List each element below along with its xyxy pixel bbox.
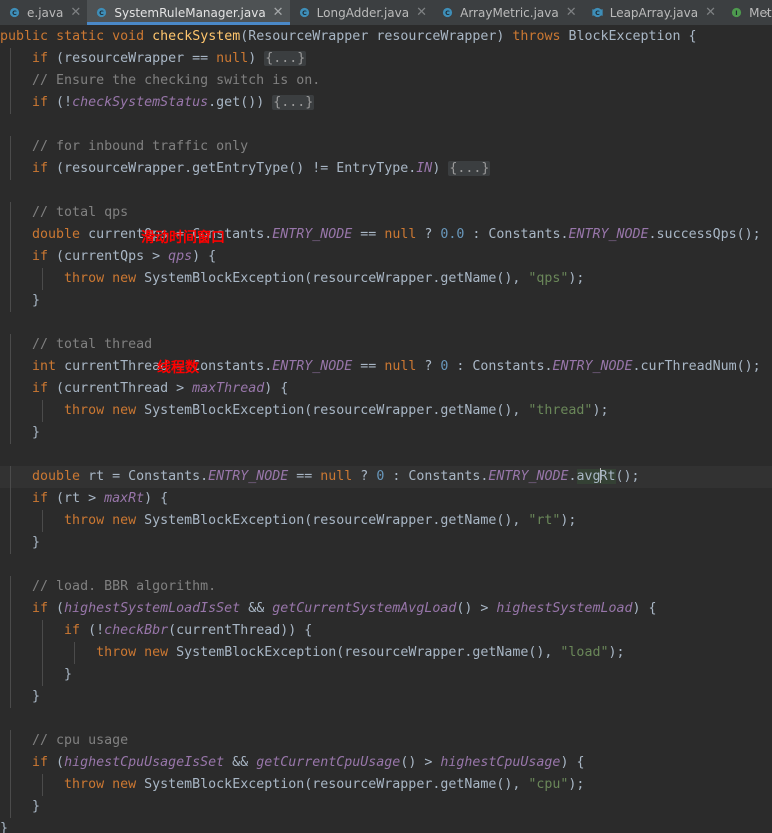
tab-close-icon[interactable]: ✕	[70, 6, 81, 19]
tab-label: SystemRuleManager.java	[114, 5, 266, 20]
java-abstract-class-icon: C	[591, 6, 604, 19]
code-line[interactable]: }	[0, 686, 772, 708]
code-line[interactable]	[0, 444, 772, 466]
code-line[interactable]: // total thread	[0, 334, 772, 356]
tab-close-icon[interactable]: ✕	[705, 6, 716, 19]
tab-close-icon[interactable]: ✕	[566, 6, 577, 19]
svg-text:C: C	[302, 9, 307, 17]
java-class-icon: C	[8, 6, 21, 19]
code-line[interactable]: // cpu usage	[0, 730, 772, 752]
code-line[interactable]: }	[0, 664, 772, 686]
code-line[interactable]: if (resourceWrapper.getEntryType() != En…	[0, 158, 772, 180]
code-line[interactable]: }	[0, 532, 772, 554]
code-line[interactable]: // total qps	[0, 202, 772, 224]
indent-guide	[9, 202, 11, 312]
indent-guide	[41, 400, 43, 422]
code-line[interactable]: // Ensure the checking switch is on.	[0, 70, 772, 92]
code-line[interactable]: // for inbound traffic only	[0, 136, 772, 158]
tab-leaparray-java[interactable]: C LeapArray.java ✕	[583, 0, 722, 25]
java-class-icon: C	[95, 6, 108, 19]
code-line[interactable]	[0, 312, 772, 334]
java-class-icon: C	[441, 6, 454, 19]
indent-guide	[41, 620, 43, 686]
indent-guide	[41, 774, 43, 796]
tab-overflow-chevron-icon[interactable]: ›	[762, 0, 771, 25]
svg-text:C: C	[445, 9, 450, 17]
indent-guide	[41, 268, 43, 290]
indent-guide	[9, 576, 11, 708]
code-line[interactable]: }	[0, 796, 772, 818]
code-line[interactable]: if (rt > maxRt) {	[0, 488, 772, 510]
code-editor[interactable]: public static void checkSystem(ResourceW…	[0, 26, 772, 833]
code-line[interactable]	[0, 554, 772, 576]
indent-guide	[9, 730, 11, 818]
code-line[interactable]: public static void checkSystem(ResourceW…	[0, 26, 772, 48]
code-line[interactable]: if (highestCpuUsageIsSet && getCurrentCp…	[0, 752, 772, 774]
indent-guide	[9, 334, 11, 444]
code-line[interactable]: if (resourceWrapper == null) {...}	[0, 48, 772, 70]
tab-arraymetric-java[interactable]: C ArrayMetric.java ✕	[433, 0, 583, 25]
code-line[interactable]: if (!checkSystemStatus.get()) {...}	[0, 92, 772, 114]
svg-text:I: I	[735, 9, 737, 17]
code-line[interactable]: if (!checkBbr(currentThread)) {	[0, 620, 772, 642]
indent-guide	[9, 466, 11, 554]
code-line[interactable]: }	[0, 422, 772, 444]
indent-guide	[73, 642, 75, 664]
code-line[interactable]: throw new SystemBlockException(resourceW…	[0, 268, 772, 290]
code-line[interactable]: throw new SystemBlockException(resourceW…	[0, 774, 772, 796]
code-line[interactable]	[0, 708, 772, 730]
code-line[interactable]: int currentThread = Constants.ENTRY_NODE…	[0, 356, 772, 378]
indent-guide	[9, 48, 11, 114]
code-line[interactable]	[0, 180, 772, 202]
java-interface-icon: I	[730, 6, 743, 19]
indent-guide	[9, 136, 11, 180]
code-line[interactable]: // load. BBR algorithm.	[0, 576, 772, 598]
tab-label: e.java	[27, 5, 64, 20]
editor-tab-bar: C e.java ✕ C SystemRuleManager.java ✕ C …	[0, 0, 772, 26]
tab-label: LongAdder.java	[316, 5, 410, 20]
code-line[interactable]: }	[0, 290, 772, 312]
code-content[interactable]: public static void checkSystem(ResourceW…	[0, 26, 772, 833]
svg-text:C: C	[99, 9, 104, 17]
code-line[interactable]: double currentQps = Constants.ENTRY_NODE…	[0, 224, 772, 246]
code-line[interactable]: if (currentQps > qps) {	[0, 246, 772, 268]
java-class-icon: C	[298, 6, 311, 19]
svg-text:C: C	[12, 9, 17, 17]
code-line[interactable]: throw new SystemBlockException(resourceW…	[0, 642, 772, 664]
tab-label: LeapArray.java	[609, 5, 699, 20]
indent-guide	[41, 510, 43, 532]
svg-text:C: C	[595, 9, 600, 17]
code-line[interactable]: }	[0, 818, 772, 833]
code-line[interactable]: throw new SystemBlockException(resourceW…	[0, 510, 772, 532]
tab-close-icon[interactable]: ✕	[273, 6, 284, 19]
tab-systemrulemanager-java[interactable]: C SystemRuleManager.java ✕	[87, 0, 291, 25]
code-line[interactable]: if (currentThread > maxThread) {	[0, 378, 772, 400]
code-line[interactable]: if (highestSystemLoadIsSet && getCurrent…	[0, 598, 772, 620]
tab-e-java[interactable]: C e.java ✕	[0, 0, 87, 25]
code-line[interactable]	[0, 114, 772, 136]
code-line[interactable]: throw new SystemBlockException(resourceW…	[0, 400, 772, 422]
red-annotation-thread-count: 线程数	[157, 360, 199, 376]
tab-label: ArrayMetric.java	[460, 5, 559, 20]
tab-close-icon[interactable]: ✕	[416, 6, 427, 19]
code-line[interactable]: double rt = Constants.ENTRY_NODE == null…	[0, 466, 772, 488]
tab-longadder-java[interactable]: C LongAdder.java ✕	[290, 0, 433, 25]
red-annotation-sliding-time-window: 滑动时间窗口	[141, 230, 225, 246]
